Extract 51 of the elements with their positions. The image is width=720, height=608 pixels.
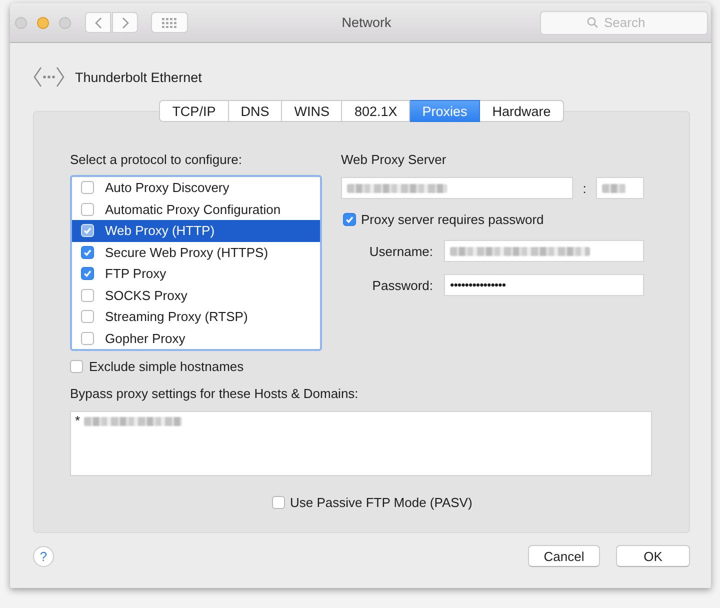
protocol-list-item[interactable]: Auto Proxy Discovery (72, 177, 320, 198)
chevron-left-icon (94, 16, 102, 28)
checkbox[interactable] (81, 181, 94, 194)
checkbox-label: Use Passive FTP Mode (PASV) (290, 494, 472, 510)
tab[interactable]: WINS (282, 100, 342, 122)
port-separator: : (582, 180, 588, 196)
angle-brackets-dots-icon (33, 66, 65, 88)
proxy-server-label: Web Proxy Server (341, 152, 448, 168)
forward-button[interactable] (112, 12, 138, 33)
username-field[interactable] (444, 240, 644, 262)
checkbox[interactable] (81, 246, 94, 259)
back-button[interactable] (85, 12, 111, 33)
checkbox-label: Exclude simple hostnames (89, 358, 244, 374)
tab[interactable]: Hardware (480, 100, 564, 122)
protocol-list-item[interactable]: FTP Proxy (72, 263, 320, 284)
search-icon (587, 17, 598, 28)
tab[interactable]: DNS (228, 100, 282, 122)
tab[interactable]: TCP/IP (159, 100, 229, 122)
bypass-field[interactable]: * (70, 411, 652, 476)
cancel-button[interactable]: Cancel (528, 545, 600, 567)
interface-name: Thunderbolt Ethernet (75, 70, 202, 84)
minimize-button[interactable] (37, 16, 49, 28)
password-field[interactable]: ••••••••••••••• (444, 274, 644, 296)
checkbox[interactable] (81, 202, 94, 216)
protocol-list-item[interactable]: Streaming Proxy (RTSP) (72, 306, 320, 328)
protocol-list-item[interactable]: Secure Web Proxy (HTTPS) (72, 242, 320, 263)
bypass-label: Bypass proxy settings for these Hosts & Domains: (70, 386, 360, 402)
protocol-list-item[interactable]: Gopher Proxy (72, 328, 320, 349)
tab[interactable]: 802.1X (342, 100, 410, 122)
host-field[interactable] (341, 177, 573, 199)
protocol-list-label: Select a protocol to configure: (70, 152, 243, 168)
protocol-list-item[interactable]: SOCKS Proxy (72, 284, 320, 306)
checkbox[interactable] (81, 288, 94, 302)
help-button[interactable]: ? (33, 546, 54, 566)
checkbox[interactable] (81, 310, 94, 324)
window-title: Network (340, 15, 392, 30)
username-label: Username: (368, 244, 433, 258)
chevron-right-icon (122, 16, 128, 28)
ok-button[interactable]: OK (616, 545, 690, 567)
checkbox[interactable] (70, 360, 83, 372)
checkbox[interactable] (272, 496, 285, 508)
grid-icon (162, 18, 177, 28)
checkbox[interactable] (81, 267, 94, 280)
checkbox[interactable] (81, 332, 94, 345)
protocol-list-item[interactable]: Web Proxy (HTTP) (72, 220, 320, 242)
password-label: Password: (371, 278, 433, 292)
port-field[interactable] (596, 177, 644, 199)
protocol-list-item[interactable]: Automatic Proxy Configuration (72, 198, 320, 220)
show-all-button[interactable] (151, 12, 188, 33)
checkbox[interactable] (343, 212, 356, 226)
checkbox-label: Proxy server requires password (361, 212, 544, 226)
